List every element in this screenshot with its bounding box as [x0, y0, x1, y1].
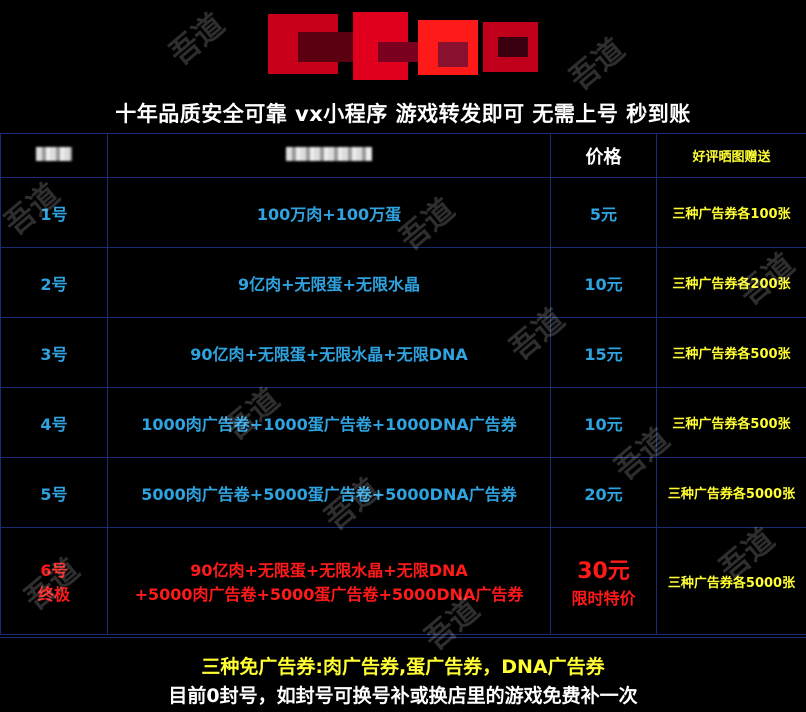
row-gift: 三种广告券各5000张 [657, 458, 806, 528]
row-id: 1号 [1, 178, 108, 248]
row-id: 2号 [1, 248, 108, 318]
headline: 十年品质安全可靠 vx小程序 游戏转发即可 无需上号 秒到账 [0, 98, 806, 128]
watermark: 吾道 [558, 26, 632, 98]
table-row: 4号 1000肉广告卷+1000蛋广告卷+1000DNA广告券 10元 三种广告… [1, 388, 806, 458]
special-gift: 三种广告券各5000张 [657, 528, 806, 635]
row-gift: 三种广告券各100张 [657, 178, 806, 248]
row-id: 5号 [1, 458, 108, 528]
header-gift: 好评晒图赠送 [657, 134, 806, 178]
row-price: 5元 [551, 178, 657, 248]
table-row: 1号 100万肉+100万蛋 5元 三种广告券各100张 [1, 178, 806, 248]
special-id-line2: 终极 [1, 581, 107, 605]
special-content: 90亿肉+无限蛋+无限水晶+无限DNA +5000肉广告卷+5000蛋广告卷+5… [108, 528, 551, 635]
table-row: 2号 9亿肉+无限蛋+无限水晶 10元 三种广告券各200张 [1, 248, 806, 318]
footer-line2: 目前0封号，如封号可换号补或换店里的游戏免费补一次 [0, 681, 806, 708]
table-row-special: 6号 终极 90亿肉+无限蛋+无限水晶+无限DNA +5000肉广告卷+5000… [1, 528, 806, 635]
footer: 三种免广告券:肉广告券,蛋广告券，DNA广告券 目前0封号，如封号可换号补或换店… [0, 637, 806, 712]
row-content: 5000肉广告卷+5000蛋广告卷+5000DNA广告券 [108, 458, 551, 528]
special-content-line1: 90亿肉+无限蛋+无限水晶+无限DNA [108, 557, 550, 581]
special-id: 6号 终极 [1, 528, 108, 635]
table-header-row: 价格 好评晒图赠送 [1, 134, 806, 178]
row-gift: 三种广告券各200张 [657, 248, 806, 318]
watermark: 吾道 [158, 1, 232, 73]
row-gift: 三种广告券各500张 [657, 388, 806, 458]
row-price: 20元 [551, 458, 657, 528]
row-id: 3号 [1, 318, 108, 388]
special-id-line1: 6号 [1, 557, 107, 581]
footer-line1: 三种免广告券:肉广告券,蛋广告券，DNA广告券 [0, 652, 806, 679]
header-content-blurred [108, 134, 551, 178]
special-content-line2: +5000肉广告卷+5000蛋广告卷+5000DNA广告券 [108, 581, 550, 605]
header-id-blurred [1, 134, 108, 178]
pixelated-title-logo [268, 12, 540, 80]
table-row: 5号 5000肉广告卷+5000蛋广告卷+5000DNA广告券 20元 三种广告… [1, 458, 806, 528]
table-row: 3号 90亿肉+无限蛋+无限水晶+无限DNA 15元 三种广告券各500张 [1, 318, 806, 388]
special-price-line1: 30元 [551, 553, 656, 585]
price-table: 价格 好评晒图赠送 1号 100万肉+100万蛋 5元 三种广告券各100张 2… [0, 133, 806, 635]
row-price: 15元 [551, 318, 657, 388]
row-content: 90亿肉+无限蛋+无限水晶+无限DNA [108, 318, 551, 388]
row-price: 10元 [551, 388, 657, 458]
header-price: 价格 [551, 134, 657, 178]
special-price-line2: 限时特价 [551, 585, 656, 609]
row-content: 100万肉+100万蛋 [108, 178, 551, 248]
row-price: 10元 [551, 248, 657, 318]
row-content: 9亿肉+无限蛋+无限水晶 [108, 248, 551, 318]
row-content: 1000肉广告卷+1000蛋广告卷+1000DNA广告券 [108, 388, 551, 458]
row-gift: 三种广告券各500张 [657, 318, 806, 388]
special-price: 30元 限时特价 [551, 528, 657, 635]
row-id: 4号 [1, 388, 108, 458]
